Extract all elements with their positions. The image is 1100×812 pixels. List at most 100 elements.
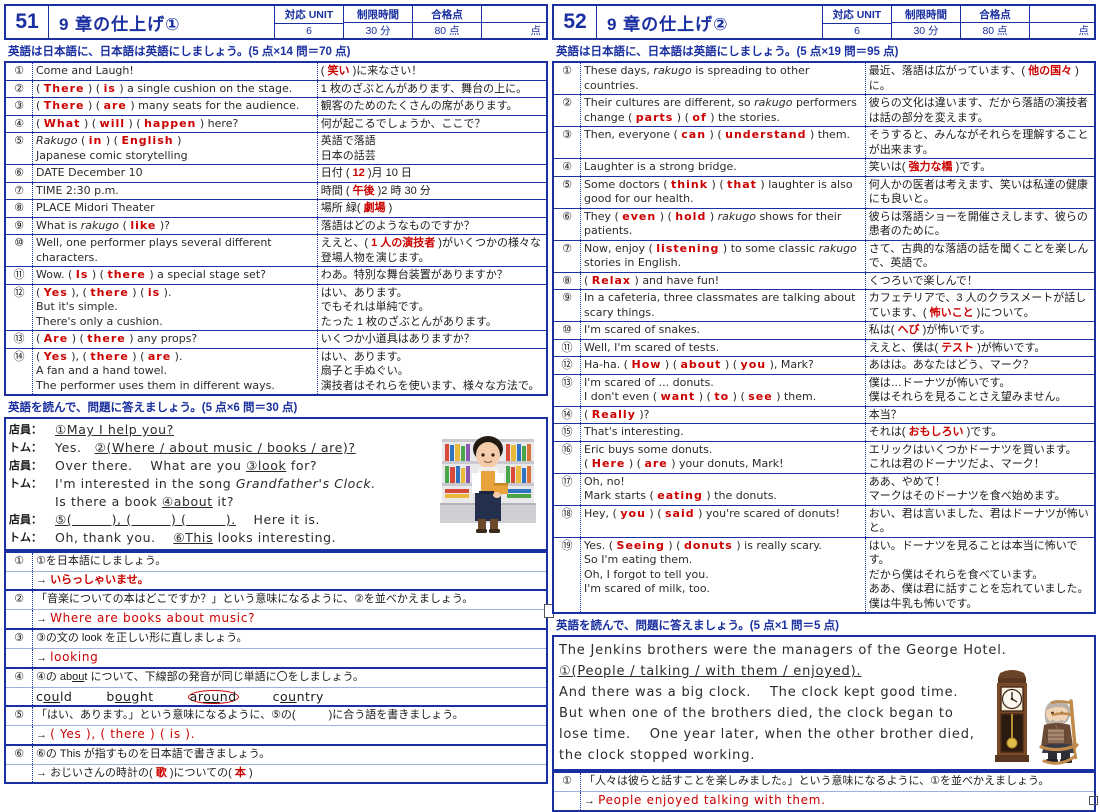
text-run: ) ( [125, 116, 145, 130]
text-run: はい、あります。 [320, 286, 408, 299]
meta-passmark: 合格点 80 点 [412, 6, 481, 38]
question-row: ⑤ 「はい、あります。」という意味になるように、⑤の( )に合う語を書きましょう。 [5, 706, 547, 725]
english-cell: Well, one performer plays several differ… [32, 234, 318, 267]
row-number: ⑨ [5, 217, 33, 235]
worksheet-page: 51 9 章の仕上げ① 対応 UNIT 6 制限時間 30 分 合格点 80 点… [0, 0, 1100, 812]
text-run: ) you're scared of donuts! [694, 506, 840, 520]
meta-unit-value: 6 [854, 25, 860, 37]
answer-token: happen [144, 116, 197, 130]
answer-token: are [103, 99, 127, 112]
english-cell: I'm scared of ... donuts. I don't even ( … [580, 374, 866, 406]
text-run: )に来なさい！ [349, 65, 423, 77]
english-cell: These days, rakugo is spreading to other… [580, 62, 866, 95]
meta-passmark-label: 合格点 [413, 6, 481, 23]
text-run: They ( [584, 209, 623, 223]
text-run: そうすると、みんながそれらを理解することが出来ます。 [868, 129, 1089, 156]
text-run: これは君のドーナツだよ、マーク！ [868, 458, 1045, 470]
text-run: ). [171, 349, 183, 363]
text-run: ( [36, 81, 44, 95]
circled-answer: around [187, 688, 239, 704]
answer-arrow: → [36, 612, 51, 625]
text-run: 時間 ( [320, 184, 353, 197]
word-choice[interactable]: could [36, 689, 72, 705]
answer-token: 午後 [352, 184, 375, 197]
answer-token: parts [635, 110, 674, 124]
question-row: ⑥ ⑥の This が指すものを日本語で書きましょう。 [5, 745, 547, 764]
answer-text: looking [50, 649, 99, 664]
table-row: ⑥ They ( even ) ( hold ) rakugo shows for… [553, 208, 1095, 240]
answer-token: hold [675, 209, 707, 223]
japanese-cell: 時間 ( 午後 )2 時 30 分 [317, 182, 547, 200]
row-number: ② [5, 80, 33, 98]
row-number: ⑫ [5, 284, 33, 331]
worksheet-51: 51 9 章の仕上げ① 対応 UNIT 6 制限時間 30 分 合格点 80 点… [0, 0, 554, 807]
meta-passmark: 合格点 80 点 [960, 6, 1029, 38]
dialogue-speaker: 店員： [9, 514, 42, 526]
answer-arrow: → [36, 651, 51, 664]
english-cell: Come and Laugh! [32, 62, 318, 80]
text-run: 最近、落語は広がっています、( [868, 65, 1029, 77]
text-run: 何人かの医者は考えます、笑いは私達の健康にも良いと。 [868, 178, 1088, 206]
japanese-cell: そうすると、みんながそれらを理解することが出来ます。 [865, 127, 1095, 159]
text-run: 日本の話芸 [320, 149, 376, 162]
row-number: ⑤ [553, 176, 581, 208]
word-choice[interactable]: country [273, 689, 324, 705]
text-run: Oh, no! [584, 474, 625, 488]
japanese-cell: 最近、落語は広がっています、( 他の国々 )に。 [865, 62, 1095, 95]
text-run: What is [36, 218, 81, 232]
word-choice[interactable]: around [187, 688, 239, 705]
text-run: ええと、僕は( [868, 341, 942, 354]
question-row: ④ ④の about について、下線部の発音が同じ単語に〇をしましょう。 [5, 668, 547, 687]
reading-dialogue-box: 店員： トム： 店員： トム： 店員： トム： ①May I help you? Yes. … [4, 417, 548, 551]
text-run: Then, everyone ( [584, 128, 682, 141]
row-number: ⑤ [5, 132, 33, 165]
text-run: ) ( [729, 390, 749, 403]
meta-score-entry[interactable]: 点 [481, 6, 546, 38]
header-meta-table: 対応 UNIT 6 制限時間 30 分 合格点 80 点 点 [822, 6, 1094, 38]
question-number: ④ [5, 668, 33, 687]
answer-number-spacer [5, 571, 33, 590]
text-run: ( [584, 407, 592, 421]
text-run: ) ( [695, 390, 715, 403]
answer-token: 劇場 [363, 202, 386, 214]
text-run: ) ( [80, 116, 100, 130]
answer-token: there [87, 332, 126, 345]
row-number: ⑬ [5, 330, 33, 348]
japanese-cell: 落語はどのようなものですか？ [317, 217, 547, 235]
sheet-number: 51 [6, 6, 49, 38]
text-run: はい。ドーナツを見ることは本当に怖いです。 [868, 539, 1078, 567]
dialogue-speaker: 店員： [9, 424, 42, 436]
answer-token: 1 人の演技者 [371, 237, 436, 249]
row-number: ⑮ [553, 423, 581, 441]
answer-token: 強力な橋 [908, 161, 953, 173]
text-run: くつろいで楽しんで！ [868, 274, 978, 287]
table-row: ⑧( Relax ) and have fun! くつろいで楽しんで！ [553, 272, 1095, 290]
japanese-cell: 何人かの医者は考えます、笑いは私達の健康にも良いと。 [865, 176, 1095, 208]
answer-number-spacer [5, 764, 33, 783]
word-choice[interactable]: bought [106, 689, 153, 705]
text-run: ( [36, 349, 44, 363]
answer-row: → Where are books about music? [5, 609, 547, 629]
answer-cell: → Where are books about music? [33, 609, 548, 629]
answer-token: eating [657, 489, 703, 502]
answer-number-spacer [5, 687, 33, 706]
text-run: マークはそのドーナツを食べ始めます。 [868, 490, 1066, 502]
japanese-cell: 何が起こるでしょうか、ここで？ [317, 115, 547, 133]
answer-number-spacer [553, 791, 581, 811]
question-row: ① ①を日本語にしましょう。 [5, 552, 547, 571]
answer-token: there [90, 349, 129, 363]
answer-token: Yes [43, 349, 68, 363]
text-run: I'm scared of snakes. [584, 323, 701, 336]
text-run: ( [320, 65, 328, 77]
text-run: ) any props? [125, 332, 198, 345]
italic-term: rakugo [717, 209, 756, 223]
text-run: Ha-ha. ( [584, 358, 632, 371]
text-run: ) the stories. [706, 110, 780, 124]
text-run: はい、あります。 [320, 350, 408, 363]
text-run: わあ。特別な舞台装置がありますか？ [320, 269, 508, 281]
header-51: 51 9 章の仕上げ① 対応 UNIT 6 制限時間 30 分 合格点 80 点… [4, 4, 548, 40]
meta-score-entry[interactable]: 点 [1029, 6, 1094, 38]
pronunciation-word-choices[interactable]: could bought around country [36, 689, 543, 705]
answer-token: will [99, 116, 126, 130]
section-caption-reading: 英語を読んで、問題に答えましょう。(5 点×6 問＝30 点) [8, 402, 298, 414]
